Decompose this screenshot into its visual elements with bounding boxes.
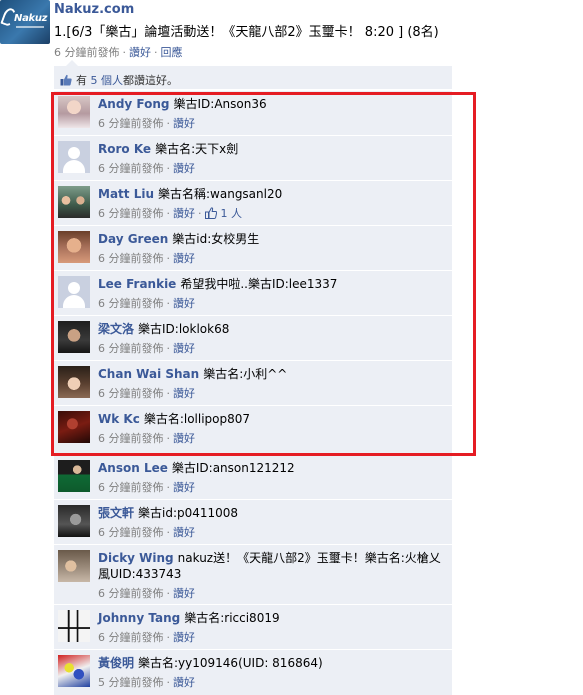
comment-time: 6 分鐘前發佈 [98, 587, 164, 600]
comment-time: 6 分鐘前發佈 [98, 631, 164, 644]
avatar[interactable] [58, 460, 90, 492]
separator-dot: · [166, 526, 171, 539]
page-name-link[interactable]: Nakuz.com [54, 2, 134, 17]
likes-people-link[interactable]: 5 個人 [91, 74, 124, 87]
comment-item: Dicky Wing nakuz送！《天龍八部2》玉璽卡！樂古名:火槍乂風UID:… [54, 544, 452, 602]
comment-meta: 6 分鐘前發佈 · 讚好 [98, 585, 195, 601]
comment-body: Anson Lee 樂古ID:anson121212 [98, 460, 448, 476]
comment-body: Dicky Wing nakuz送！《天龍八部2》玉璽卡！樂古名:火槍乂風UID:… [98, 550, 448, 582]
comment-time: 6 分鐘前發佈 [98, 481, 164, 494]
logo-underline [16, 26, 44, 28]
comment-meta: 6 分鐘前發佈 · 讚好 [98, 479, 195, 495]
avatar[interactable] [58, 550, 90, 582]
separator-dot: · [166, 676, 171, 689]
comment-author-link[interactable]: Anson Lee [98, 461, 168, 475]
separator-dot: · [166, 587, 171, 600]
comment-item: Johnny Tang 樂古名:ricci8019 6 分鐘前發佈 · 讚好 [54, 604, 452, 649]
comment-like-link[interactable]: 讚好 [173, 526, 195, 539]
comment-text: 樂古ID:anson121212 [171, 461, 295, 475]
comment-text: 樂古名:ricci8019 [184, 611, 280, 625]
separator-dot: · [166, 481, 171, 494]
comment-author-link[interactable]: Johnny Tang [98, 611, 180, 625]
likes-prefix: 有 [76, 74, 87, 87]
comment-item: 張文軒 樂古id:p0411008 6 分鐘前發佈 · 讚好 [54, 499, 452, 544]
avatar[interactable] [58, 505, 90, 537]
comment-meta: 6 分鐘前發佈 · 讚好 [98, 629, 195, 645]
comment-like-link[interactable]: 讚好 [173, 481, 195, 494]
page-avatar[interactable]: Nakuz [0, 0, 50, 44]
likes-suffix: 都讚這好。 [123, 74, 178, 87]
comment-author-link[interactable]: Dicky Wing [98, 551, 174, 565]
post-comment-link[interactable]: 回應 [161, 46, 183, 59]
post-like-link[interactable]: 讚好 [129, 46, 151, 59]
comment-like-link[interactable]: 讚好 [173, 676, 195, 689]
post-text: 1.[6/3「樂古」論壇活動送！《天龍八部2》玉璽卡！ 8:20 ] (8名) [54, 25, 439, 40]
comment-body: Johnny Tang 樂古名:ricci8019 [98, 610, 448, 626]
comment-like-link[interactable]: 讚好 [173, 587, 195, 600]
comment-author-link[interactable]: 黃俊明 [98, 656, 134, 670]
post-meta: 6 分鐘前發佈 · 讚好 · 回應 [54, 44, 183, 60]
comment-body: 黃俊明 樂古名:yy109146(UID: 816864) [98, 655, 448, 671]
comment-text: 樂古id:p0411008 [138, 506, 239, 520]
comment-text: 樂古名:yy109146(UID: 816864) [138, 656, 323, 670]
avatar[interactable] [58, 655, 90, 687]
thumbs-up-icon [60, 74, 72, 86]
comment-time: 6 分鐘前發佈 [98, 526, 164, 539]
avatar[interactable] [58, 610, 90, 642]
separator-dot: · [122, 46, 127, 59]
separator-dot: · [166, 631, 171, 644]
comment-body: 張文軒 樂古id:p0411008 [98, 505, 448, 521]
comment-like-link[interactable]: 讚好 [173, 631, 195, 644]
likes-summary: 有 5 個人都讚這好。 [54, 66, 452, 90]
comment-item: 黃俊明 樂古名:yy109146(UID: 816864) 5 分鐘前發佈 · 讚好 [54, 649, 452, 694]
comment-author-link[interactable]: 張文軒 [98, 506, 134, 520]
highlight-annotation-box [51, 92, 476, 456]
comment-meta: 6 分鐘前發佈 · 讚好 [98, 524, 195, 540]
comment-meta: 5 分鐘前發佈 · 讚好 [98, 674, 195, 690]
comment-item: Anson Lee 樂古ID:anson121212 6 分鐘前發佈 · 讚好 [54, 454, 452, 499]
post-time: 6 分鐘前發佈 [54, 46, 120, 59]
separator-dot: · [154, 46, 158, 59]
comment-time: 5 分鐘前發佈 [98, 676, 164, 689]
logo-text: Nakuz [14, 13, 48, 24]
